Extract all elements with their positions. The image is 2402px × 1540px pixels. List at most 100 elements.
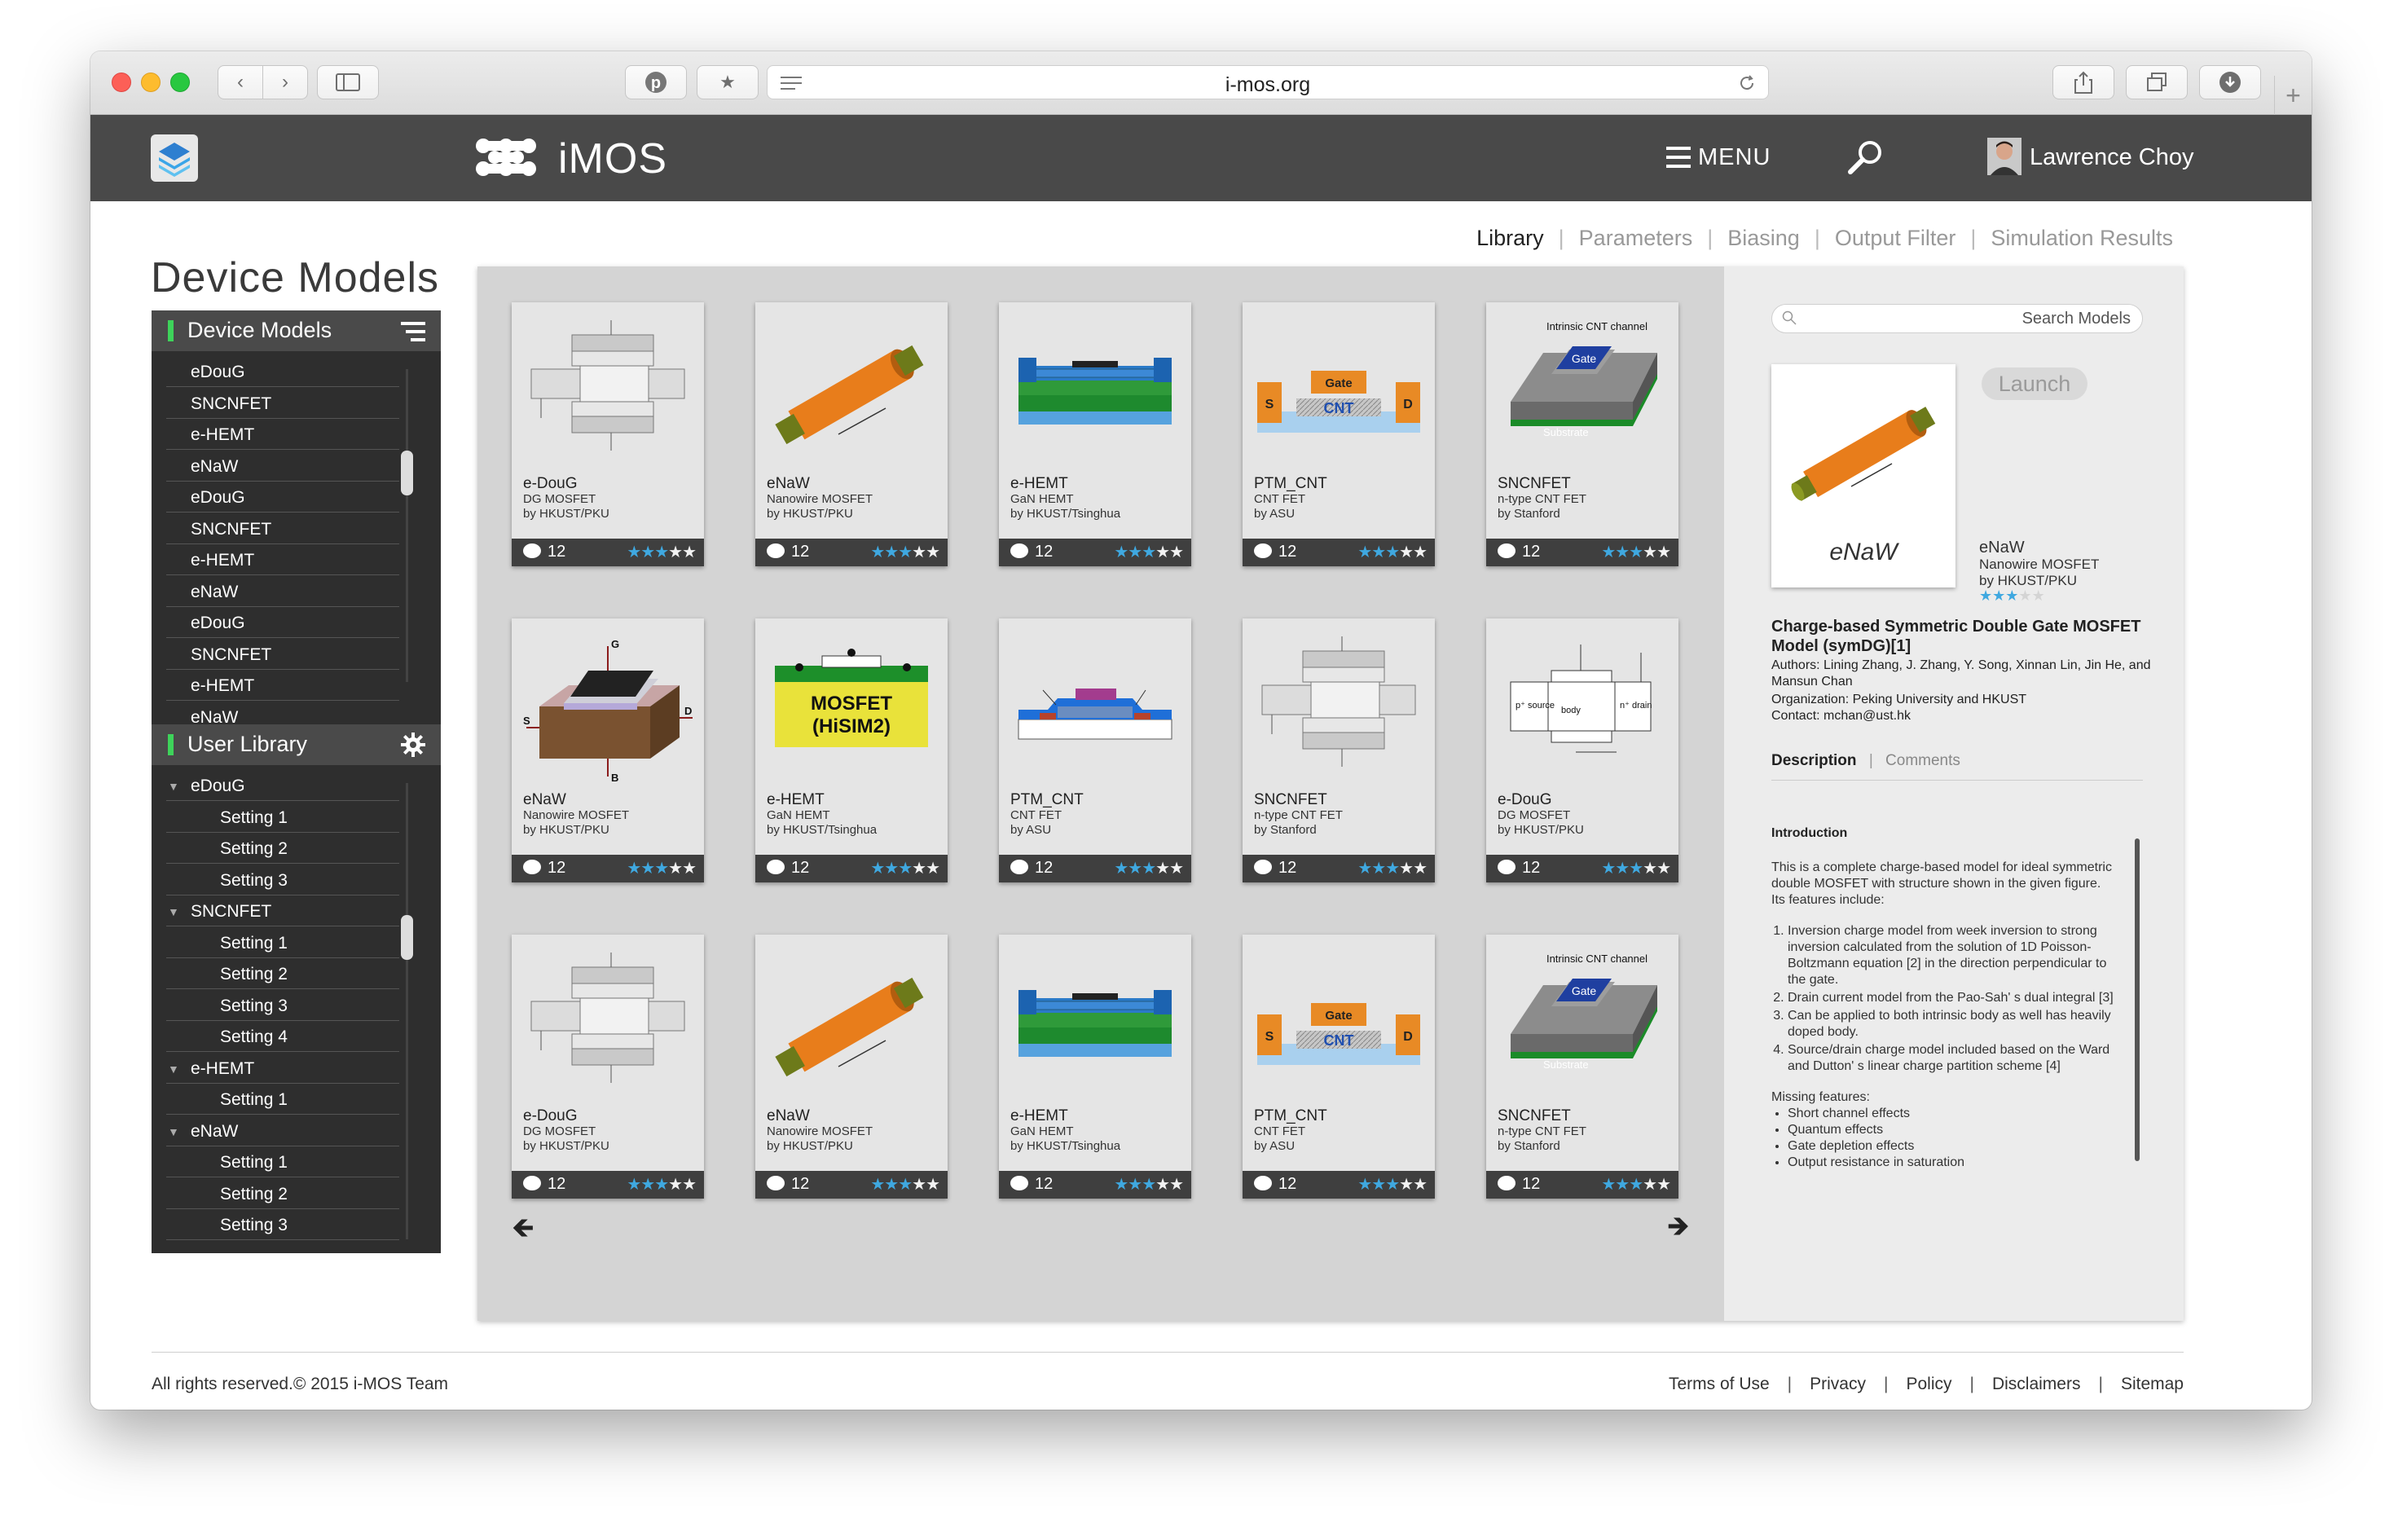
star-icon[interactable]: ★ — [1114, 1176, 1128, 1194]
tab-library[interactable]: Library — [1473, 226, 1547, 251]
library-setting-item[interactable]: Setting 2 — [166, 1180, 399, 1209]
star-icon[interactable]: ★ — [912, 1176, 926, 1194]
star-icon[interactable]: ★ — [1656, 860, 1671, 878]
sidebar-item-device-model[interactable]: SNCNFET — [166, 389, 399, 419]
tab-biasing[interactable]: Biasing — [1724, 226, 1803, 251]
rating-stars[interactable]: ★★★★★ — [870, 858, 940, 878]
sidebar-item-device-model[interactable]: eNaW — [166, 578, 399, 607]
comment-icon[interactable] — [767, 860, 785, 874]
library-setting-item[interactable]: Setting 2 — [166, 834, 399, 864]
star-icon[interactable]: ★ — [1629, 543, 1643, 561]
star-icon[interactable]: ★ — [1169, 1176, 1184, 1194]
share-button[interactable] — [2052, 65, 2114, 99]
star-icon[interactable]: ★ — [1142, 543, 1156, 561]
rating-stars[interactable]: ★★★★★ — [1601, 542, 1671, 562]
comment-icon[interactable] — [1254, 543, 1272, 558]
tab-output-filter[interactable]: Output Filter — [1832, 226, 1960, 251]
privacy-link[interactable]: Privacy — [1810, 1375, 1866, 1394]
search-models-field[interactable] — [1771, 304, 2143, 333]
sidebar-item-device-model[interactable]: eDouG — [166, 358, 399, 387]
model-card[interactable]: G S D B eNaW Nanowire MOSFET by HKUST/PK… — [512, 618, 704, 882]
star-icon[interactable]: ★ — [640, 543, 655, 561]
star-icon[interactable]: ★ — [1399, 860, 1414, 878]
star-icon[interactable]: ★ — [1114, 543, 1128, 561]
star-icon[interactable]: ★ — [898, 1176, 913, 1194]
tabs-overview-button[interactable] — [2126, 65, 2188, 99]
sidebar-item-device-model[interactable]: e-HEMT — [166, 671, 399, 701]
terms-link[interactable]: Terms of Use — [1669, 1375, 1770, 1394]
star-icon[interactable]: ★ — [926, 1176, 940, 1194]
model-card[interactable]: e-HEMT GaN HEMT by HKUST/Tsinghua 12 ★★★… — [999, 935, 1191, 1199]
zoom-window-button[interactable] — [170, 73, 190, 92]
close-window-button[interactable] — [112, 73, 131, 92]
star-icon[interactable]: ★ — [627, 1176, 641, 1194]
library-group[interactable]: ▼ e-HEMT — [166, 1054, 399, 1084]
star-icon[interactable]: ★ — [1601, 1176, 1616, 1194]
star-icon[interactable]: ★ — [1601, 543, 1616, 561]
library-setting-item[interactable]: Setting 3 — [166, 1211, 399, 1240]
star-icon[interactable]: ★ — [1656, 1176, 1671, 1194]
star-icon[interactable]: ★ — [870, 860, 885, 878]
sidebar-item-device-model[interactable]: eNaW — [166, 452, 399, 482]
star-icon[interactable]: ★ — [1155, 543, 1170, 561]
model-card[interactable]: eNaW Nanowire MOSFET by HKUST/PKU 12 ★★★… — [755, 935, 948, 1199]
sidebar-item-device-model[interactable]: e-HEMT — [166, 546, 399, 575]
comment-icon[interactable] — [1010, 1176, 1028, 1190]
model-card[interactable]: eNaW Nanowire MOSFET by HKUST/PKU 12 ★★★… — [755, 302, 948, 566]
comment-icon[interactable] — [1498, 1176, 1516, 1190]
star-icon[interactable]: ★ — [1643, 543, 1657, 561]
comment-icon[interactable] — [523, 1176, 541, 1190]
sidebar-toggle-button[interactable] — [317, 65, 379, 99]
comment-icon[interactable] — [1498, 860, 1516, 874]
model-card[interactable]: e-HEMT GaN HEMT by HKUST/Tsinghua 12 ★★★… — [999, 302, 1191, 566]
star-icon[interactable]: ★ — [884, 1176, 899, 1194]
model-card[interactable]: SNCNFET n-type CNT FET by Stanford 12 ★★… — [1243, 618, 1435, 882]
star-icon[interactable]: ★ — [1155, 1176, 1170, 1194]
sidebar-item-device-model[interactable]: eDouG — [166, 609, 399, 638]
comment-icon[interactable] — [1010, 860, 1028, 874]
star-icon[interactable]: ★ — [1169, 860, 1184, 878]
comment-icon[interactable] — [767, 1176, 785, 1190]
sidebar-item-device-model[interactable]: eDouG — [166, 483, 399, 513]
star-icon[interactable]: ★ — [884, 543, 899, 561]
tab-parameters[interactable]: Parameters — [1576, 226, 1696, 251]
next-page-arrow-icon[interactable]: 🡺 — [1667, 1207, 1690, 1253]
star-icon[interactable]: ★ — [1413, 543, 1428, 561]
model-card[interactable]: Intrinsic CNT channel Gate Substrate SNC… — [1486, 935, 1678, 1199]
star-icon[interactable]: ★ — [1385, 1176, 1400, 1194]
star-icon[interactable]: ★ — [640, 860, 655, 878]
app-icon[interactable] — [151, 134, 198, 182]
model-card[interactable]: e-DouG DG MOSFET by HKUST/PKU 12 ★★★★★ — [512, 302, 704, 566]
star-icon[interactable]: ★ — [1399, 543, 1414, 561]
tab-description[interactable]: Description — [1771, 752, 1857, 769]
sidebar-item-device-model[interactable]: SNCNFET — [166, 640, 399, 670]
rating-stars[interactable]: ★★★★★ — [1357, 858, 1428, 878]
reload-icon[interactable] — [1737, 73, 1757, 93]
star-icon[interactable]: ★ — [1371, 543, 1386, 561]
star-icon[interactable]: ★ — [668, 1176, 683, 1194]
star-icon[interactable]: ★ — [654, 860, 669, 878]
rating-stars[interactable]: ★★★★★ — [1114, 858, 1184, 878]
star-icon[interactable]: ★ — [2032, 587, 2045, 604]
star-icon[interactable]: ★ — [1413, 860, 1428, 878]
star-icon[interactable]: ★ — [1371, 860, 1386, 878]
model-card[interactable]: PTM_CNT CNT FET by ASU 12 ★★★★★ — [999, 618, 1191, 882]
library-setting-item[interactable]: Setting 2 — [166, 960, 399, 989]
comment-icon[interactable] — [767, 543, 785, 558]
star-icon[interactable]: ★ — [898, 543, 913, 561]
library-setting-item[interactable]: Setting 1 — [166, 1148, 399, 1177]
model-card[interactable]: e-DouG DG MOSFET by HKUST/PKU 12 ★★★★★ — [512, 935, 704, 1199]
star-icon[interactable]: ★ — [1643, 1176, 1657, 1194]
bookmark-button[interactable]: ★ — [697, 65, 759, 99]
disclaimers-link[interactable]: Disclaimers — [1992, 1375, 2081, 1394]
star-icon[interactable]: ★ — [1142, 1176, 1156, 1194]
star-icon[interactable]: ★ — [1128, 860, 1142, 878]
star-icon[interactable]: ★ — [1357, 860, 1372, 878]
star-icon[interactable]: ★ — [1128, 543, 1142, 561]
address-bar[interactable]: i-mos.org — [767, 65, 1769, 99]
star-icon[interactable]: ★ — [870, 543, 885, 561]
rating-stars[interactable]: ★★★★★ — [1114, 542, 1184, 562]
caret-down-icon[interactable]: ▼ — [168, 1054, 179, 1084]
star-icon[interactable]: ★ — [654, 543, 669, 561]
star-icon[interactable]: ★ — [1385, 860, 1400, 878]
